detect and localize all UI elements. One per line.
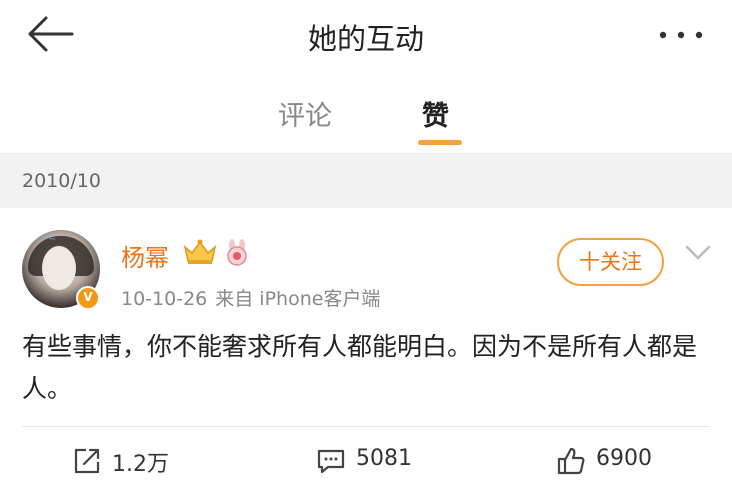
chevron-down-icon[interactable] <box>684 244 712 262</box>
tab-comments[interactable]: 评论 <box>278 94 332 133</box>
comment-button[interactable]: 5081 <box>316 444 436 478</box>
date-group-header: 2010/10 <box>0 154 732 208</box>
page-title: 她的互动 <box>307 22 424 56</box>
post-meta: 10-10-26 来自 iPhone客户端 <box>121 284 380 311</box>
like-button[interactable]: 6900 <box>556 444 686 478</box>
repost-count: 1.2万 <box>112 452 169 477</box>
avatar-decoration: ❀ ~~ <box>28 234 57 245</box>
date-group-label: 2010/10 <box>22 170 101 192</box>
more-icon[interactable] <box>658 30 704 40</box>
repost-icon <box>74 448 100 474</box>
post-text: 有些事情，你不能奢求所有人都能明白。因为不是所有人都是人。 <box>22 332 698 403</box>
crown-icon <box>183 239 217 264</box>
bunny-icon <box>227 239 247 266</box>
like-count: 6900 <box>596 446 652 471</box>
repost-button[interactable]: 1.2万 <box>72 444 192 478</box>
active-tab-indicator <box>418 140 462 145</box>
follow-button[interactable]: 十关注 <box>557 238 664 286</box>
tab-likes[interactable]: 赞 <box>422 94 449 133</box>
comment-icon <box>317 449 345 474</box>
post-card: ❀ ~~ V 杨幂 10-10-26 来自 iPhone客户端 十关注 有些事情，… <box>0 208 732 500</box>
tab-bar: 评论 赞 <box>0 72 732 154</box>
post-date: 10-10-26 <box>121 288 208 310</box>
post-source: 来自 iPhone客户端 <box>215 288 381 310</box>
thumbs-up-icon <box>557 447 585 475</box>
top-bar: 她的互动 <box>0 0 732 72</box>
comment-count: 5081 <box>356 446 412 471</box>
verified-badge-icon: V <box>76 286 100 310</box>
username[interactable]: 杨幂 <box>121 238 169 273</box>
divider <box>22 426 710 427</box>
